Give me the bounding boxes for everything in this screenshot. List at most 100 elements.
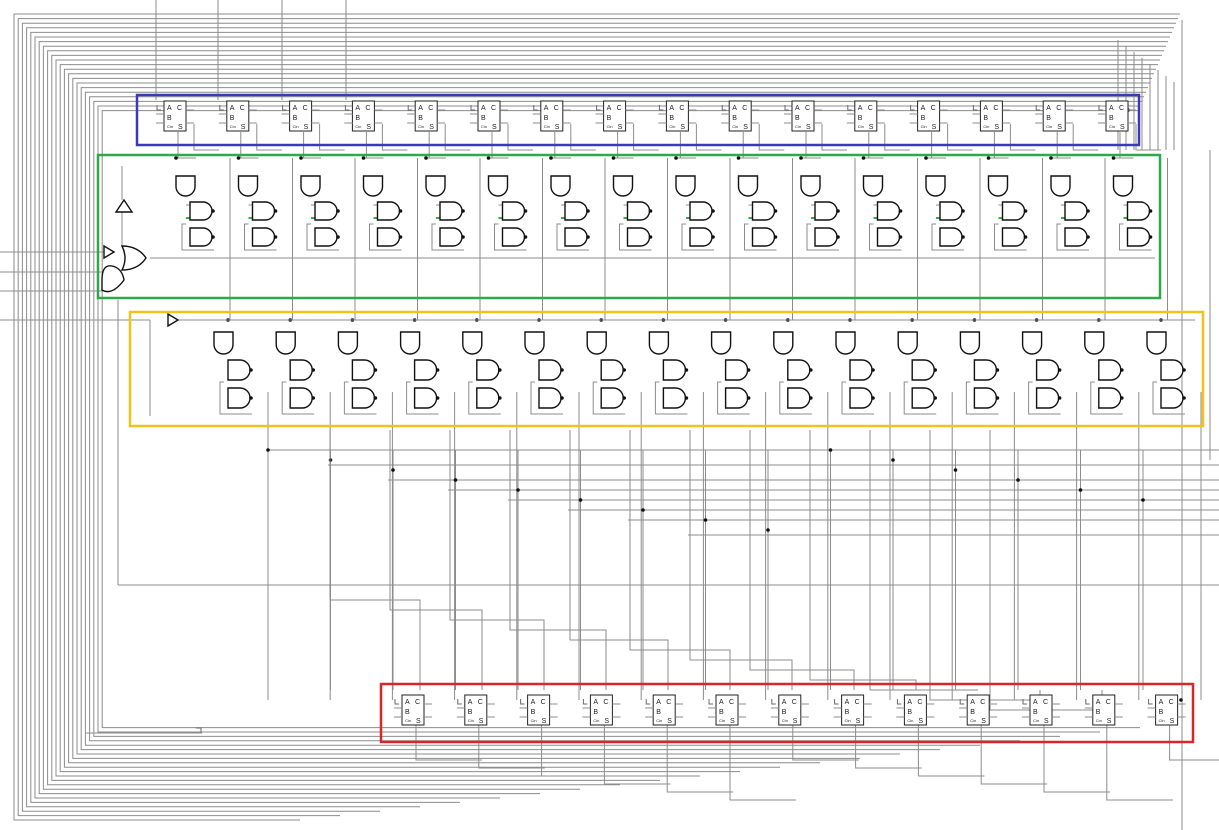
latch-input-and-gate: [800, 175, 821, 197]
inverter-bubble: [461, 209, 465, 213]
full-adder: A CB Cin S: [394, 694, 432, 726]
inverter-bubble: [461, 235, 465, 239]
latch-nand-gate-bottom: [973, 387, 998, 409]
clock-marker: [394, 699, 399, 705]
port-s-label: S: [994, 124, 999, 131]
junction-dot: [299, 156, 303, 160]
port-s-label: S: [1107, 718, 1112, 725]
inverter-bubble: [249, 396, 253, 400]
bus-loop-wire: [59, 64, 1158, 773]
latch-input-and-gate: [897, 331, 918, 355]
port-b-label: B: [230, 115, 235, 122]
port-cin-label: Cin: [1096, 718, 1102, 723]
port-b-label: B: [970, 709, 975, 716]
latch-input-and-gate: [1112, 175, 1134, 197]
latch-input-and-gate: [362, 175, 384, 197]
port-c-label: C: [303, 105, 308, 112]
latch-nand-gate-top: [501, 201, 526, 221]
latch-nand-gate-top: [1126, 201, 1151, 221]
full-adder: A CB Cin S: [708, 694, 746, 726]
latch-nand-gate-top: [626, 201, 651, 221]
port-a-label: A: [167, 105, 172, 112]
latch-input-and-gate: [710, 331, 732, 355]
port-a-label: A: [907, 699, 912, 706]
port-cin-label: Cin: [481, 124, 487, 129]
inverter-bubble: [560, 396, 564, 400]
inverter-bubble: [523, 235, 528, 239]
bus-loop-wire: [63, 68, 1156, 768]
latch-input-and-gate: [648, 331, 670, 355]
port-s-label: S: [604, 718, 609, 725]
port-b-label: B: [719, 709, 724, 716]
latch-input-and-gate: [1050, 175, 1071, 197]
latch-nand-gate-top: [251, 201, 276, 221]
inverter-bubble: [398, 209, 403, 213]
port-c-label: C: [729, 699, 734, 706]
latch-nand-gate-bottom: [751, 227, 776, 247]
sum-wire: [980, 725, 1048, 785]
latch-nand-gate-top: [939, 201, 963, 221]
bus-loop-wire: [30, 31, 1172, 803]
inverter-bubble: [1182, 396, 1186, 400]
bus-wire: [389, 430, 483, 690]
port-c-label: C: [855, 699, 860, 706]
full-adder: A CB Cin S: [582, 694, 621, 726]
inverter-bubble: [622, 368, 626, 372]
latch-input-and-gate: [959, 331, 981, 355]
inverter-bubble: [336, 235, 340, 239]
inverter-bubble: [1148, 235, 1153, 239]
latch-input-and-gate: [987, 175, 1009, 197]
port-a-label: A: [858, 105, 863, 112]
latch-nand-gate-bottom: [227, 387, 251, 409]
port-s-label: S: [492, 124, 497, 131]
port-cin-label: Cin: [418, 124, 424, 129]
latch-nand-gate-bottom: [626, 227, 651, 247]
inverter-bubble: [586, 235, 590, 239]
inverter-bubble: [648, 235, 653, 239]
junction-dot: [1141, 498, 1145, 502]
port-s-label: S: [304, 124, 309, 131]
or-gate: [101, 265, 125, 293]
clock-marker: [457, 699, 462, 705]
port-c-label: C: [993, 105, 998, 112]
inverter-bubble: [498, 396, 502, 400]
latch-nand-gate-top: [476, 359, 500, 381]
latch-nand-gate-top: [189, 201, 213, 221]
bus-wire: [509, 430, 607, 690]
port-c-label: C: [1043, 699, 1048, 706]
latch-nand-gate-bottom: [876, 227, 901, 247]
port-b-label: B: [845, 709, 850, 716]
port-cin-label: Cin: [1046, 124, 1052, 129]
latch-nand-gate-bottom: [724, 387, 749, 409]
port-b-label: B: [656, 709, 661, 716]
port-cin-label: Cin: [293, 124, 299, 129]
latch-nand-gate-bottom: [538, 387, 562, 409]
inverter-bubble: [1023, 209, 1028, 213]
latch-input-and-gate: [862, 175, 884, 197]
latch-nand-gate-bottom: [1098, 387, 1122, 409]
latch-nand-gate-bottom: [501, 227, 526, 247]
port-a-label: A: [983, 105, 988, 112]
latch-nand-gate-bottom: [314, 227, 338, 247]
inverter-bubble: [273, 235, 278, 239]
sum-wire: [855, 725, 922, 769]
latch-nand-gate-bottom: [376, 227, 401, 247]
sum-wire: [1043, 725, 1110, 793]
port-s-label: S: [429, 124, 434, 131]
sum-wire: [917, 725, 985, 777]
port-s-label: S: [618, 124, 623, 131]
bus-loop-wire: [51, 54, 1162, 781]
port-c-label: C: [541, 699, 546, 706]
buffer-gate: [103, 244, 116, 260]
latch-nand-gate-top: [1035, 359, 1060, 381]
port-a-label: A: [1109, 105, 1114, 112]
bus-wire: [449, 430, 545, 690]
inverter-bubble: [809, 368, 813, 372]
port-a-label: A: [405, 699, 410, 706]
port-c-label: C: [1056, 105, 1061, 112]
inverter-bubble: [273, 209, 278, 213]
latch-input-and-gate: [300, 175, 321, 197]
port-cin-label: Cin: [858, 124, 864, 129]
inverter-bubble: [1182, 368, 1186, 372]
inverter-bubble: [1120, 368, 1124, 372]
